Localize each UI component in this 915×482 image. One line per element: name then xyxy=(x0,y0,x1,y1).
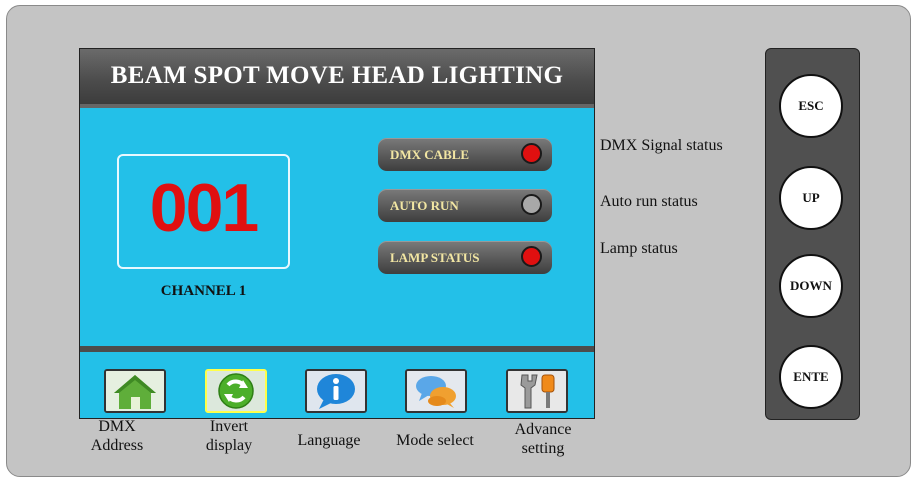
caption-invert-display: Invert display xyxy=(189,417,269,455)
esc-button[interactable]: ESC xyxy=(779,74,843,138)
status-led-icon xyxy=(521,143,542,164)
auto-run-status-label: Auto run status xyxy=(600,193,698,210)
invert-display-button[interactable] xyxy=(205,369,267,413)
mode-select-button[interactable] xyxy=(405,369,467,413)
channel-readout-box: 001 xyxy=(117,154,290,269)
caption-line: Invert xyxy=(209,418,249,435)
enter-button[interactable]: ENTE xyxy=(779,345,843,409)
control-panel: BEAM SPOT MOVE HEAD LIGHTING 001 CHANNEL… xyxy=(6,5,911,477)
caption-line: Address xyxy=(90,437,144,454)
caption-line: DMX xyxy=(98,418,136,435)
title-bar: BEAM SPOT MOVE HEAD LIGHTING xyxy=(80,49,594,108)
caption-language: Language xyxy=(289,431,369,450)
refresh-icon xyxy=(207,371,265,411)
home-icon xyxy=(106,371,164,411)
advance-setting-button[interactable] xyxy=(506,369,568,413)
caption-line: display xyxy=(205,437,253,454)
status-label: LAMP STATUS xyxy=(390,250,480,265)
down-button[interactable]: DOWN xyxy=(779,254,843,318)
caption-line: setting xyxy=(521,440,565,457)
status-label: AUTO RUN xyxy=(390,198,459,213)
status-label: DMX CABLE xyxy=(390,147,470,162)
caption-line: Language xyxy=(297,432,361,449)
lcd-screen: BEAM SPOT MOVE HEAD LIGHTING 001 CHANNEL… xyxy=(79,48,595,419)
lamp-status-label: Lamp status xyxy=(600,240,678,257)
status-dmx-cable: DMX CABLE xyxy=(378,138,552,171)
tools-icon xyxy=(508,371,566,411)
status-auto-run: AUTO RUN xyxy=(378,189,552,222)
language-button[interactable] xyxy=(305,369,367,413)
channel-label: CHANNEL 1 xyxy=(160,283,247,299)
caption-dmx-address: DMX Address xyxy=(77,417,157,455)
keypad: ESC UP DOWN ENTE xyxy=(765,48,860,420)
status-lamp: LAMP STATUS xyxy=(378,241,552,274)
caption-line: Mode select xyxy=(396,432,474,449)
info-icon xyxy=(307,371,365,411)
caption-advance-setting: Advance setting xyxy=(503,420,583,458)
dmx-address-button[interactable] xyxy=(104,369,166,413)
dmx-value-readout: 001 xyxy=(149,170,259,246)
caption-mode-select: Mode select xyxy=(385,431,485,450)
menu-icon-bar xyxy=(80,352,594,418)
up-button[interactable]: UP xyxy=(779,166,843,230)
display-area: 001 CHANNEL 1 DMX CABLE AUTO RUN LAMP ST… xyxy=(80,108,594,352)
status-led-icon xyxy=(521,194,542,215)
caption-line: Advance xyxy=(514,421,572,438)
screen-title: BEAM SPOT MOVE HEAD LIGHTING xyxy=(110,62,564,89)
status-led-icon xyxy=(521,246,542,267)
chat-bubbles-icon xyxy=(407,371,465,411)
dmx-signal-status-label: DMX Signal status xyxy=(600,137,723,154)
